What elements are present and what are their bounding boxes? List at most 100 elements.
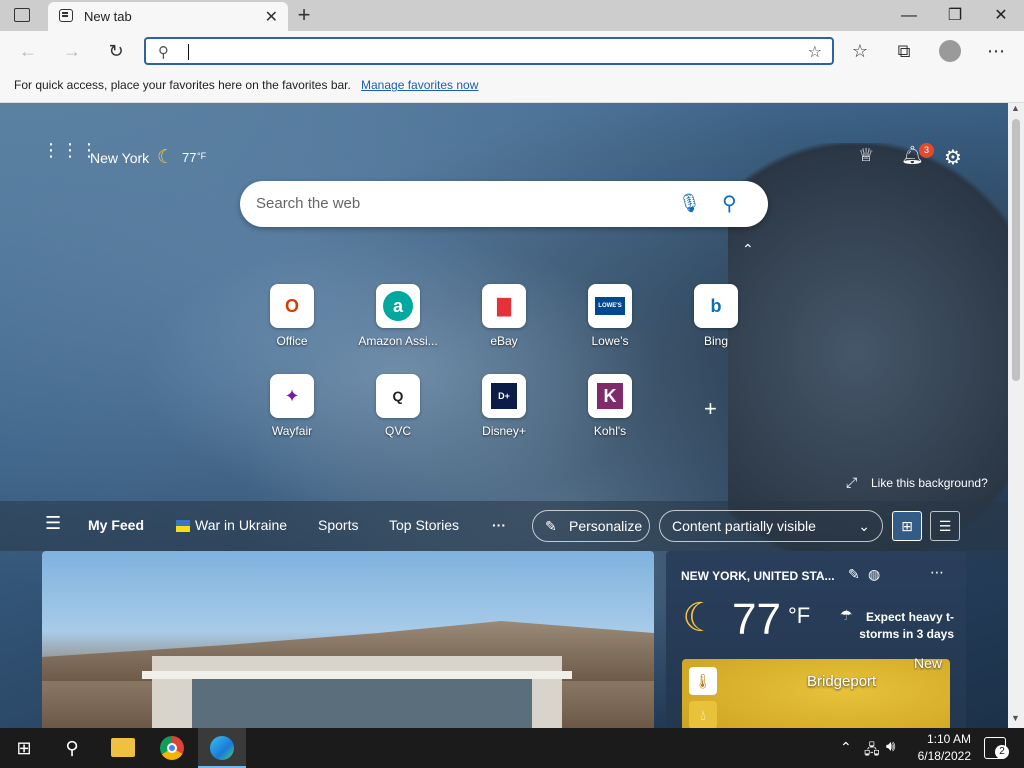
collapse-chevron-icon[interactable]: ⌃ xyxy=(742,241,754,258)
bing-icon: b xyxy=(710,296,722,316)
kohls-icon: K xyxy=(597,383,623,409)
weather-radar-map[interactable]: 🌡︎ 💧︎ Bridgeport New xyxy=(682,655,950,728)
quick-link-office[interactable]: O Office xyxy=(247,284,337,364)
notification-badge: 3 xyxy=(919,143,934,158)
quick-link-kohls[interactable]: K Kohl's xyxy=(565,374,655,454)
forward-button[interactable]: → xyxy=(60,39,84,63)
favorites-bar: For quick access, place your favorites h… xyxy=(0,71,1024,103)
show-hidden-icons-icon[interactable]: ⌃ xyxy=(840,739,852,756)
title-bar: New tab ✕ + — ❐ ✕ xyxy=(0,0,1024,31)
feed-menu-icon[interactable]: ☰ xyxy=(45,513,61,534)
taskbar-search-icon[interactable]: ⚲ xyxy=(60,736,84,760)
favorites-button[interactable]: ☆ xyxy=(848,39,872,63)
new-tab-favicon-icon xyxy=(59,9,73,22)
close-window-button[interactable]: ✕ xyxy=(978,0,1024,31)
page-settings-gear-icon[interactable]: ⚙ xyxy=(944,145,962,170)
back-button[interactable]: ← xyxy=(16,39,40,63)
refresh-button[interactable]: ↻ xyxy=(104,39,128,63)
page-scrollbar[interactable]: ▲ ▼ xyxy=(1008,103,1024,728)
temperature-text[interactable]: 77 xyxy=(182,150,196,165)
personalize-button[interactable]: ✎ Personalize xyxy=(532,510,650,542)
location-text[interactable]: New York xyxy=(90,150,149,166)
news-card-image[interactable] xyxy=(42,551,654,728)
quick-link-ebay[interactable]: ▇ eBay xyxy=(459,284,549,364)
quick-link-disney-plus[interactable]: D+ Disney+ xyxy=(459,374,549,454)
like-background-text[interactable]: Like this background? xyxy=(871,476,988,490)
background-rock xyxy=(728,143,1008,563)
tab-actions-icon[interactable] xyxy=(14,8,30,22)
file-explorer-icon[interactable] xyxy=(111,738,135,757)
edge-taskbar-button[interactable] xyxy=(198,728,246,768)
chrome-icon[interactable] xyxy=(160,736,184,760)
quick-link-wayfair[interactable]: ✦ Wayfair xyxy=(247,374,337,454)
weather-card[interactable]: NEW YORK, UNITED STA... ✎ ◍ ⋯ ☾ 77 °F ☂ … xyxy=(666,551,966,728)
grid-view-button[interactable]: ⊞ xyxy=(892,511,922,541)
clock-date[interactable]: 6/18/2022 xyxy=(910,749,971,763)
moon-icon: ☾ xyxy=(157,147,175,168)
close-tab-icon[interactable]: ✕ xyxy=(265,7,278,27)
feed-tab-war-in-ukraine[interactable]: War in Ukraine xyxy=(195,517,287,533)
quick-link-bing[interactable]: b Bing xyxy=(671,284,761,364)
content-visibility-dropdown[interactable]: Content partially visible ⌄ xyxy=(659,510,883,542)
address-bar[interactable]: ⚲ ☆ xyxy=(144,37,834,65)
ukraine-flag-icon xyxy=(176,520,190,532)
tab-new-tab[interactable]: New tab ✕ xyxy=(48,2,288,31)
scroll-up-arrow-icon[interactable]: ▲ xyxy=(1011,103,1020,113)
weather-alert[interactable]: Expect heavy t-storms in 3 days xyxy=(854,609,954,643)
manage-favorites-link[interactable]: Manage favorites now xyxy=(361,78,478,92)
temperature-layer-button[interactable]: 🌡︎ xyxy=(689,667,717,695)
house-roof xyxy=(142,671,572,679)
expand-icon[interactable]: ⤢ xyxy=(846,474,857,491)
feed-tab-top-stories[interactable]: Top Stories xyxy=(389,517,459,533)
temperature-unit: °F xyxy=(197,151,207,161)
list-view-button[interactable]: ☰ xyxy=(930,511,960,541)
quick-link-lowes[interactable]: LOWE'S Lowe's xyxy=(565,284,655,364)
chevron-down-icon: ⌄ xyxy=(858,518,870,534)
weather-temperature: 77 xyxy=(732,595,781,644)
amazon-icon: a xyxy=(383,291,413,321)
map-corner-label: New xyxy=(914,655,943,671)
clock-time[interactable]: 1:10 AM xyxy=(915,732,971,746)
microphone-icon[interactable]: 🎙︎ xyxy=(678,193,701,214)
qvc-icon: Q xyxy=(392,388,404,404)
edit-location-icon[interactable]: ✎ xyxy=(848,566,860,583)
collections-button[interactable]: ⧉ xyxy=(892,39,916,63)
lowes-icon: LOWE'S xyxy=(595,297,625,315)
feed-tab-sports[interactable]: Sports xyxy=(318,517,358,533)
map-city-label: Bridgeport xyxy=(807,673,877,690)
pencil-icon: ✎ xyxy=(545,518,557,534)
maximize-button[interactable]: ❐ xyxy=(932,0,978,31)
rewards-icon[interactable]: ♕ xyxy=(858,145,874,166)
minimize-button[interactable]: — xyxy=(886,0,932,31)
volume-icon[interactable]: 🔊︎ xyxy=(886,738,895,755)
quick-link-label: QVC xyxy=(384,424,411,438)
feed-tab-my-feed[interactable]: My Feed xyxy=(88,517,144,533)
feed-more-button[interactable]: ··· xyxy=(492,517,506,533)
settings-more-button[interactable]: ⋯ xyxy=(984,39,1008,63)
action-center-button[interactable]: 2 xyxy=(984,737,1009,759)
windows-start-icon[interactable]: ⊞ xyxy=(12,736,36,760)
quick-link-qvc[interactable]: Q QVC xyxy=(353,374,443,454)
precipitation-layer-button[interactable]: 💧︎ xyxy=(689,701,717,728)
new-tab-button[interactable]: + xyxy=(292,2,316,28)
web-search-box[interactable]: Search the web 🎙︎ ⚲ xyxy=(240,181,768,227)
weather-more-icon[interactable]: ⋯ xyxy=(930,564,944,581)
search-submit-icon[interactable]: ⚲ xyxy=(722,191,737,216)
add-favorite-icon[interactable]: ☆ xyxy=(808,42,822,62)
weather-moon-icon: ☾ xyxy=(682,596,718,640)
edge-icon xyxy=(210,736,234,760)
profile-avatar[interactable] xyxy=(939,40,961,62)
quick-link-label: Kohl's xyxy=(593,424,627,438)
new-tab-page: ⋮⋮⋮ New York ☾ 77 °F ♕ 🔔︎ 3 ⚙ Search the… xyxy=(0,103,1008,728)
scroll-down-arrow-icon[interactable]: ▼ xyxy=(1011,713,1020,723)
quick-link-label: Amazon Assi... xyxy=(358,334,438,348)
scrollbar-thumb[interactable] xyxy=(1012,119,1020,381)
quick-link-amazon-assistant[interactable]: a Amazon Assi... xyxy=(353,284,443,364)
weather-unit: °F xyxy=(788,603,811,628)
favorites-message: For quick access, place your favorites h… xyxy=(14,78,351,92)
background-ice xyxy=(120,223,680,523)
network-icon[interactable]: 🖧︎ xyxy=(864,739,880,763)
globe-icon[interactable]: ◍ xyxy=(868,566,880,583)
weather-location[interactable]: NEW YORK, UNITED STA... xyxy=(681,569,835,583)
add-shortcut-plus-icon[interactable]: + xyxy=(704,396,717,422)
